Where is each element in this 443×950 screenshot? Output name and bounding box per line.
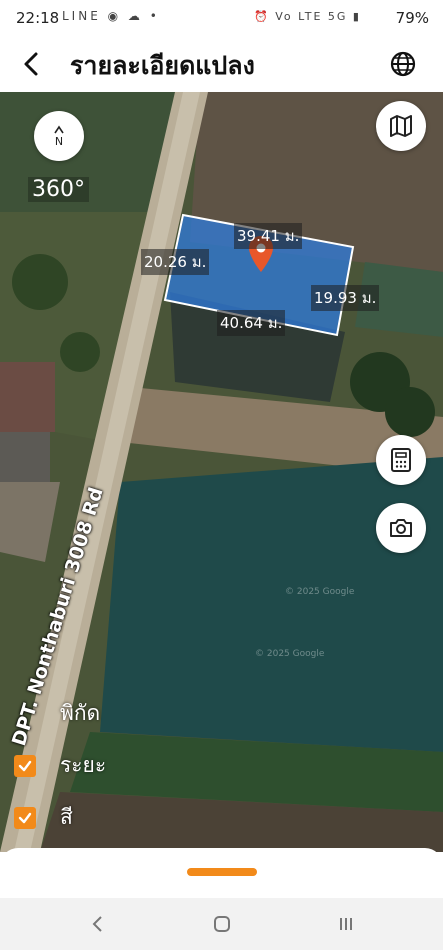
check-icon xyxy=(18,812,32,823)
camera-button[interactable] xyxy=(376,503,426,553)
layer-toggle-color[interactable]: สี xyxy=(14,801,73,834)
layer-toggle-coordinates[interactable]: พิกัด xyxy=(14,697,100,730)
map-watermark: © 2025 Google xyxy=(285,587,355,597)
checkbox[interactable] xyxy=(14,703,36,725)
page-title: รายละเอียดแปลง xyxy=(70,51,255,80)
signal-icons: ⏰ Vo LTE 5G ▮ xyxy=(254,10,361,23)
sheet-drag-handle[interactable] xyxy=(187,868,257,876)
home-square-icon xyxy=(214,916,230,932)
map-imagery xyxy=(0,92,443,852)
camera-icon xyxy=(390,519,412,537)
folded-map-icon xyxy=(390,115,412,137)
nav-home-button[interactable] xyxy=(202,908,242,940)
nav-back-button[interactable] xyxy=(78,908,118,940)
checkbox[interactable] xyxy=(14,754,36,777)
map-type-button[interactable] xyxy=(376,101,426,151)
calculator-icon xyxy=(391,448,411,472)
bearing-readout: 360° xyxy=(28,177,89,202)
back-arrow-icon xyxy=(92,916,102,932)
dimension-left: 20.26 ม. xyxy=(141,249,210,275)
calculator-button[interactable] xyxy=(376,435,426,485)
status-bar: 22:18 LINE ◉ ☁ • ⏰ Vo LTE 5G ▮ 79% xyxy=(0,0,443,36)
notification-icons: LINE ◉ ☁ • xyxy=(62,9,160,23)
back-button[interactable] xyxy=(14,46,50,82)
status-time: 22:18 xyxy=(16,9,60,27)
globe-icon xyxy=(390,51,416,77)
compass-button[interactable]: N xyxy=(34,111,84,161)
nav-recents-button[interactable] xyxy=(326,908,366,940)
map-watermark: © 2025 Google xyxy=(255,649,325,659)
language-button[interactable] xyxy=(385,46,421,82)
bottom-sheet[interactable] xyxy=(0,848,443,900)
layer-label: พิกัด xyxy=(60,701,101,725)
layer-label: สี xyxy=(60,805,73,829)
dimension-top: 39.41 ม. xyxy=(234,223,303,249)
app-header: รายละเอียดแปลง xyxy=(0,36,443,92)
compass-arrow-icon xyxy=(54,125,64,133)
chevron-left-icon xyxy=(24,52,38,76)
satellite-map[interactable]: N 360° 39.41 ม. 20.26 ม. 19.93 ม. 40.64 … xyxy=(0,92,443,852)
battery-level: 79% xyxy=(395,9,429,27)
layer-label: ระยะ xyxy=(60,753,107,777)
checkbox[interactable] xyxy=(14,806,36,829)
recents-icon xyxy=(340,918,352,930)
layer-toggle-distance[interactable]: ระยะ xyxy=(14,749,106,782)
dimension-right: 19.93 ม. xyxy=(311,285,380,311)
check-icon xyxy=(18,760,32,771)
system-nav-bar xyxy=(0,898,443,950)
dimension-bottom: 40.64 ม. xyxy=(217,310,286,336)
compass-letter: N xyxy=(54,134,64,148)
